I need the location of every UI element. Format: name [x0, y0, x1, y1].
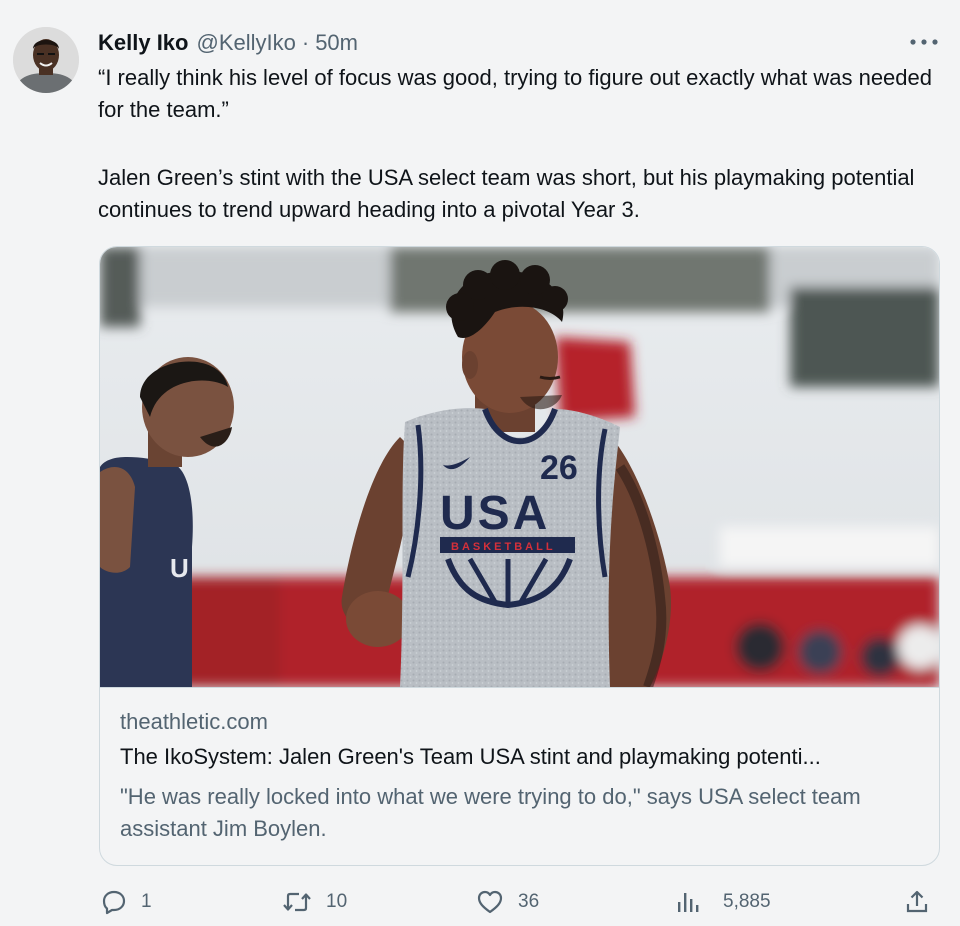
card-description: "He was really locked into what we were … — [120, 784, 861, 841]
retweet-count: 10 — [326, 891, 348, 912]
views-chart-icon — [675, 889, 701, 915]
jersey-number: 26 — [540, 449, 578, 487]
author-display-name[interactable]: Kelly Iko — [98, 30, 188, 56]
header-separator: · — [301, 30, 310, 55]
heart-icon — [476, 889, 504, 915]
like-count: 36 — [518, 891, 540, 912]
more-options-button[interactable] — [904, 30, 944, 54]
tweet-body-text: Jalen Green’s stint with the USA select … — [98, 165, 915, 222]
card-domain[interactable]: theathletic.com — [120, 709, 268, 735]
share-icon — [904, 889, 930, 915]
reply-button[interactable]: 1 — [101, 880, 152, 924]
like-button[interactable]: 36 — [476, 880, 539, 924]
more-horizontal-icon — [909, 33, 939, 51]
tweet-header: Kelly Iko @KellyIko · 50m — [98, 26, 358, 60]
svg-text:U: U — [170, 553, 189, 583]
author-avatar[interactable] — [13, 27, 79, 93]
jersey-wordmark: USA — [440, 487, 550, 540]
tweet-timestamp[interactable]: 50m — [315, 30, 358, 56]
link-preview-card[interactable]: U 26 USA BASKETBALL theathletic.com The … — [99, 246, 940, 866]
card-divider — [100, 687, 939, 688]
share-button[interactable] — [904, 880, 930, 924]
views-count: 5,885 — [723, 891, 771, 912]
retweet-icon — [282, 889, 312, 915]
card-title[interactable]: The IkoSystem: Jalen Green's Team USA st… — [120, 744, 920, 770]
jersey-banner: BASKETBALL — [451, 541, 556, 553]
tweet-quote-text: “I really think his level of focus was g… — [98, 65, 932, 122]
reply-count: 1 — [141, 891, 152, 912]
views-button[interactable]: 5,885 — [675, 880, 771, 924]
author-handle[interactable]: @KellyIko — [196, 30, 295, 56]
reply-icon — [101, 889, 127, 915]
retweet-button[interactable]: 10 — [282, 880, 347, 924]
card-image[interactable]: U 26 USA BASKETBALL — [100, 247, 939, 687]
tweet-action-bar: 1 10 36 5,885 — [0, 880, 960, 924]
tweet[interactable]: Kelly Iko @KellyIko · 50m “I really thin… — [0, 0, 960, 926]
